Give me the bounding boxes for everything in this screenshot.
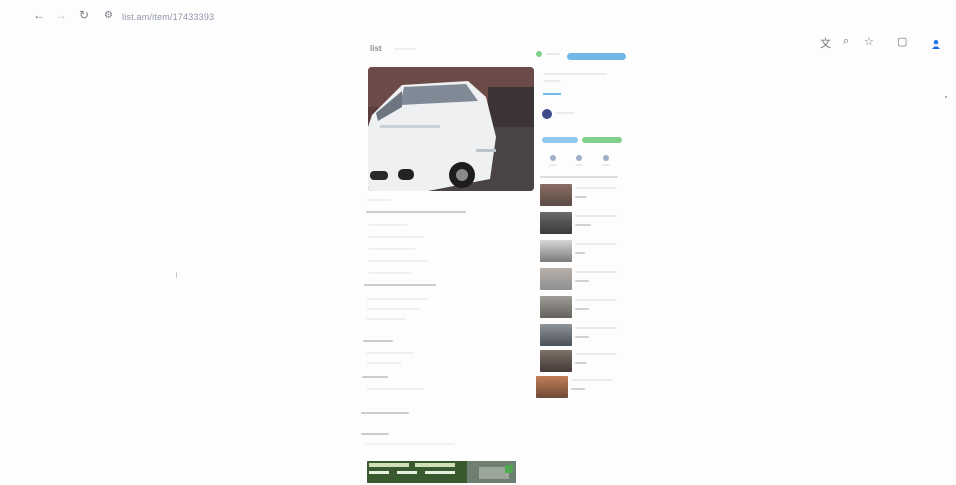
favorite-icon[interactable] [576,155,582,161]
related-thumb [540,268,572,290]
message-button[interactable] [582,137,622,143]
zoom-button[interactable]: ⌕ [843,35,849,48]
related-thumb [540,324,572,346]
section-heading [362,376,388,378]
category-icon[interactable] [536,51,542,57]
listing-price [543,93,561,95]
spec-list [368,224,518,274]
related-thumb [540,350,572,372]
section-body [365,443,465,445]
section-heading [364,284,474,286]
reload-button[interactable]: ↻ [79,8,89,22]
profile-button[interactable] [931,36,941,49]
banner-image [367,461,516,483]
section-heading [361,433,389,435]
section-body [366,298,516,320]
ad-banner[interactable] [367,461,516,483]
section-heading [363,340,393,342]
section-body [366,388,516,390]
post-ad-button[interactable] [567,53,626,60]
menu-dot [945,96,947,98]
listing-photo[interactable] [368,67,534,191]
call-button[interactable] [542,137,578,143]
translate-icon: 文 [820,38,831,50]
site-logo[interactable]: list [370,44,382,53]
related-heading [540,176,618,178]
related-thumb [536,376,568,398]
translate-button[interactable]: 文 [820,35,831,51]
site-settings-icon: ⚙ [104,10,113,21]
related-thumb [540,296,572,318]
section-body [366,352,516,364]
listing-title [543,73,613,82]
profile-icon [932,40,940,49]
header-nav[interactable] [394,48,416,50]
photo-caption [366,199,516,201]
share-icon[interactable] [550,155,556,161]
extensions-icon: ▢ [897,36,908,48]
description-heading [366,211,476,213]
zoom-icon: ⌕ [843,35,850,47]
related-thumb [540,240,572,262]
category-link[interactable] [546,53,560,55]
avatar[interactable] [542,109,552,119]
seller-name[interactable] [556,112,574,114]
arrow-left-icon: ← [33,8,45,22]
extensions-button[interactable]: ▢ [897,35,907,48]
bookmark-star-icon: ☆ [864,36,874,48]
bookmark-button[interactable]: ☆ [864,35,874,48]
related-thumb [540,184,572,206]
car-photo-image [368,67,534,191]
report-icon[interactable] [603,155,609,161]
related-thumb [540,212,572,234]
back-button[interactable]: ← [33,8,45,22]
section-heading [361,412,409,414]
forward-button[interactable]: → [55,8,67,22]
arrow-right-icon: → [55,8,67,22]
address-bar[interactable]: list.am/item/17433393 [122,12,214,22]
action-labels [549,164,619,166]
reload-icon: ↻ [79,8,90,22]
cursor-mark [176,272,177,278]
site-info-button[interactable]: ⚙ [104,9,113,23]
